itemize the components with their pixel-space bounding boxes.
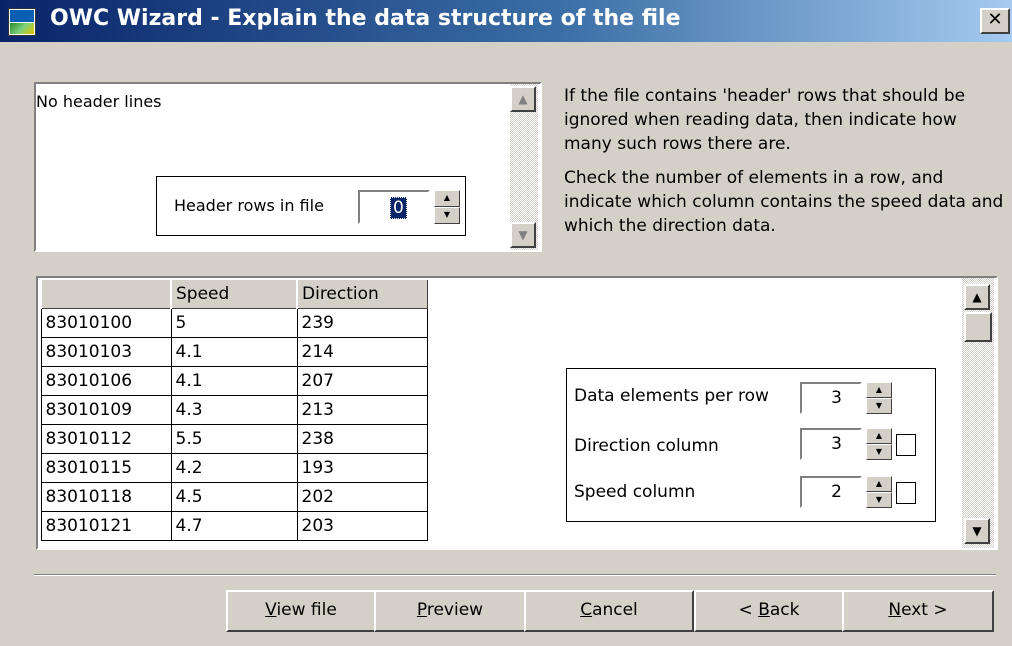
cancel-mnemonic: C bbox=[580, 600, 593, 620]
back-label: ack bbox=[769, 600, 800, 620]
cancel-button[interactable]: Cancel bbox=[524, 590, 694, 632]
table-cell[interactable]: 207 bbox=[296, 365, 428, 396]
view-file-button[interactable]: View file bbox=[226, 590, 376, 632]
column-header[interactable]: Direction bbox=[296, 278, 428, 309]
spin-down-icon[interactable]: ▼ bbox=[434, 207, 460, 224]
speed-column-spinner[interactable]: ▲ ▼ bbox=[866, 476, 892, 508]
table-row: 83010112 5.5 238 bbox=[40, 423, 428, 454]
elements-per-row-input[interactable]: 3 bbox=[800, 382, 862, 414]
table-cell[interactable]: 83010100 bbox=[40, 307, 172, 338]
table-row: 83010115 4.2 193 bbox=[40, 452, 428, 483]
table-cell[interactable]: 5.5 bbox=[170, 423, 298, 454]
scroll-up-button[interactable]: ▲ bbox=[510, 86, 536, 112]
separator bbox=[34, 574, 996, 576]
table-row: 83010103 4.1 214 bbox=[40, 336, 428, 367]
down-arrow-icon: ▼ bbox=[518, 228, 528, 242]
direction-column-label: Direction column bbox=[574, 436, 719, 456]
table-cell[interactable]: 4.3 bbox=[170, 394, 298, 425]
table-row: 83010106 4.1 207 bbox=[40, 365, 428, 396]
spin-up-icon[interactable]: ▲ bbox=[866, 476, 892, 492]
instructions: If the file contains 'header' rows that … bbox=[564, 84, 1004, 248]
table-cell[interactable]: 83010106 bbox=[40, 365, 172, 396]
table-cell[interactable]: 83010109 bbox=[40, 394, 172, 425]
header-rows-label: Header rows in file bbox=[174, 196, 324, 215]
next-mnemonic: N bbox=[888, 600, 902, 620]
table-cell[interactable]: 83010115 bbox=[40, 452, 172, 483]
table-cell[interactable]: 4.1 bbox=[170, 336, 298, 367]
up-arrow-icon: ▲ bbox=[972, 290, 982, 304]
spin-up-icon[interactable]: ▲ bbox=[866, 382, 892, 398]
table-cell[interactable]: 4.1 bbox=[170, 365, 298, 396]
view-file-label: iew file bbox=[276, 600, 337, 620]
table-row: 83010100 5 239 bbox=[40, 307, 428, 338]
back-button[interactable]: < Back bbox=[694, 590, 844, 632]
table-cell[interactable]: 4.7 bbox=[170, 510, 298, 541]
spin-up-icon[interactable]: ▲ bbox=[866, 428, 892, 444]
view-file-mnemonic: V bbox=[265, 600, 277, 620]
window-title: OWC Wizard - Explain the data structure … bbox=[50, 6, 681, 31]
table-row: 83010118 4.5 202 bbox=[40, 481, 428, 512]
preview-label: review bbox=[426, 600, 484, 620]
speed-column-label: Speed column bbox=[574, 482, 696, 502]
column-header[interactable] bbox=[40, 278, 172, 309]
back-mnemonic: B bbox=[758, 600, 770, 620]
table-cell[interactable]: 83010121 bbox=[40, 510, 172, 541]
close-button[interactable]: ✕ bbox=[980, 8, 1010, 34]
grid-scroll-down-button[interactable]: ▼ bbox=[964, 518, 990, 544]
next-label: ext > bbox=[901, 600, 948, 620]
table-cell[interactable]: 83010112 bbox=[40, 423, 172, 454]
table-cell[interactable]: 4.5 bbox=[170, 481, 298, 512]
app-icon bbox=[8, 8, 36, 36]
table-cell[interactable]: 5 bbox=[170, 307, 298, 338]
table-cell[interactable]: 202 bbox=[296, 481, 428, 512]
table-header-row: Speed Direction bbox=[40, 278, 428, 309]
table-cell[interactable]: 203 bbox=[296, 510, 428, 541]
elements-per-row-spinner[interactable]: ▲ ▼ bbox=[866, 382, 892, 414]
up-arrow-icon: ▲ bbox=[518, 92, 528, 106]
table-cell[interactable]: 193 bbox=[296, 452, 428, 483]
header-preview-text: No header lines bbox=[36, 92, 162, 111]
speed-checkbox[interactable] bbox=[896, 482, 916, 504]
table-cell[interactable]: 238 bbox=[296, 423, 428, 454]
grid-scroll-thumb[interactable] bbox=[964, 312, 992, 342]
direction-column-spinner[interactable]: ▲ ▼ bbox=[866, 428, 892, 460]
spin-down-icon[interactable]: ▼ bbox=[866, 444, 892, 460]
table-cell[interactable]: 4.2 bbox=[170, 452, 298, 483]
column-header[interactable]: Speed bbox=[170, 278, 298, 309]
spin-down-icon[interactable]: ▼ bbox=[866, 398, 892, 414]
table-cell[interactable]: 214 bbox=[296, 336, 428, 367]
header-rows-spinner[interactable]: ▲ ▼ bbox=[434, 190, 460, 224]
elements-per-row-label: Data elements per row bbox=[574, 386, 769, 406]
header-rows-input[interactable]: 0 bbox=[358, 190, 430, 224]
next-button[interactable]: Next > bbox=[842, 590, 994, 632]
table-cell[interactable]: 83010118 bbox=[40, 481, 172, 512]
direction-checkbox[interactable] bbox=[896, 434, 916, 456]
table-row: 83010109 4.3 213 bbox=[40, 394, 428, 425]
back-prefix: < bbox=[738, 600, 759, 620]
data-table: Speed Direction 83010100 5 239 83010103 4.1 214… bbox=[40, 278, 428, 541]
table-cell[interactable]: 213 bbox=[296, 394, 428, 425]
speed-column-input[interactable]: 2 bbox=[800, 476, 862, 508]
table-cell[interactable]: 83010103 bbox=[40, 336, 172, 367]
data-grid[interactable]: Speed Direction 83010100 5 239 83010103 4.1 214… bbox=[40, 278, 428, 548]
instructions-para-1: If the file contains 'header' rows that … bbox=[564, 86, 966, 154]
grid-scroll-up-button[interactable]: ▲ bbox=[964, 284, 990, 310]
table-row: 83010121 4.7 203 bbox=[40, 510, 428, 541]
table-cell[interactable]: 239 bbox=[296, 307, 428, 338]
scroll-down-button[interactable]: ▼ bbox=[510, 222, 536, 248]
cancel-label: ancel bbox=[592, 600, 638, 620]
preview-button[interactable]: Preview bbox=[374, 590, 526, 632]
instructions-para-2: Check the number of elements in a row, a… bbox=[564, 168, 1004, 236]
preview-mnemonic: P bbox=[416, 600, 427, 620]
down-arrow-icon: ▼ bbox=[972, 524, 982, 538]
header-rows-value: 0 bbox=[390, 197, 407, 219]
spin-down-icon[interactable]: ▼ bbox=[866, 492, 892, 508]
direction-column-input[interactable]: 3 bbox=[800, 428, 862, 460]
spin-up-icon[interactable]: ▲ bbox=[434, 190, 460, 207]
